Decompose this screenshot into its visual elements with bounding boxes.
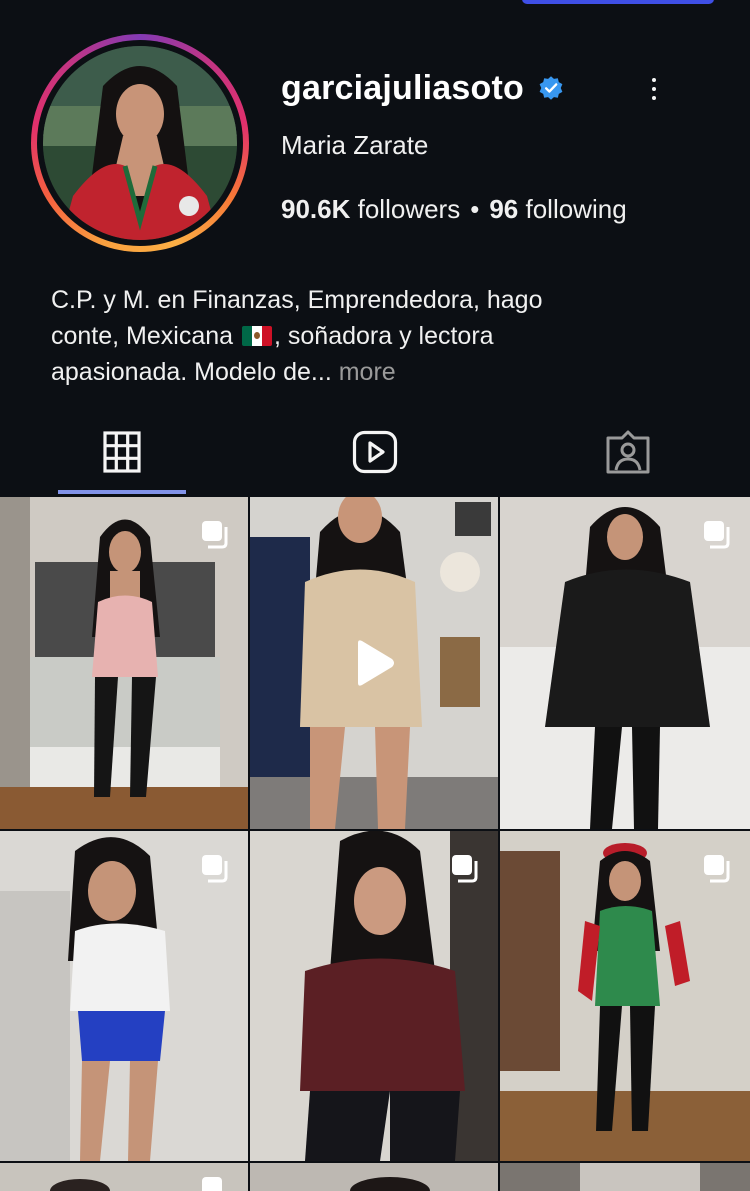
carousel-icon <box>452 855 478 883</box>
full-name: Maria Zarate <box>281 130 429 160</box>
post-thumbnail[interactable] <box>500 1163 750 1191</box>
grid-icon <box>103 431 141 473</box>
bio-more-link[interactable]: more <box>339 358 396 386</box>
post-thumbnail[interactable] <box>0 497 248 829</box>
tab-tagged[interactable] <box>564 410 692 494</box>
bio-line: C.P. y M. en Finanzas, Emprendedora, hag… <box>51 286 543 314</box>
following-label[interactable]: following <box>525 194 626 225</box>
profile-stats: 90.6K followers • 96 following <box>281 194 627 225</box>
followers-label[interactable]: followers <box>358 194 461 225</box>
following-count[interactable]: 96 <box>489 194 518 225</box>
bio-line: apasionada. Modelo de... more <box>51 358 396 386</box>
followers-count[interactable]: 90.6K <box>281 194 350 225</box>
profile-tabs <box>0 410 750 496</box>
post-thumbnail[interactable] <box>250 497 498 829</box>
post-thumbnail[interactable] <box>500 831 750 1161</box>
tab-posts-grid[interactable] <box>58 410 186 494</box>
tab-reels[interactable] <box>311 410 439 494</box>
post-thumbnail[interactable] <box>0 831 248 1161</box>
carousel-icon <box>202 521 228 549</box>
story-ring[interactable] <box>31 34 249 252</box>
carousel-icon <box>704 855 730 883</box>
post-thumbnail[interactable] <box>0 1163 248 1191</box>
tagged-person-icon <box>606 430 650 474</box>
post-thumbnail[interactable] <box>250 1163 498 1191</box>
video-play-icon <box>358 640 394 686</box>
carousel-icon <box>704 521 730 549</box>
carousel-icon <box>202 855 228 883</box>
carousel-icon <box>202 1177 222 1191</box>
bio: C.P. y M. en Finanzas, Emprendedora, hag… <box>51 282 711 390</box>
bio-line: conte, Mexicana , soñadora y lectora <box>51 322 494 350</box>
post-thumbnail[interactable] <box>500 497 750 829</box>
top-action-pill[interactable] <box>522 0 714 4</box>
mexico-flag-icon <box>242 326 272 346</box>
active-tab-indicator <box>58 490 186 494</box>
avatar[interactable] <box>43 46 237 240</box>
verified-badge-icon <box>539 76 563 100</box>
more-options-icon[interactable] <box>644 74 664 104</box>
username-row: garciajuliasoto <box>281 68 564 108</box>
reels-icon <box>352 430 398 474</box>
post-thumbnail[interactable] <box>250 831 498 1161</box>
posts-grid <box>0 497 750 1191</box>
stats-separator: • <box>470 194 480 224</box>
username: garciajuliasoto <box>281 68 524 107</box>
